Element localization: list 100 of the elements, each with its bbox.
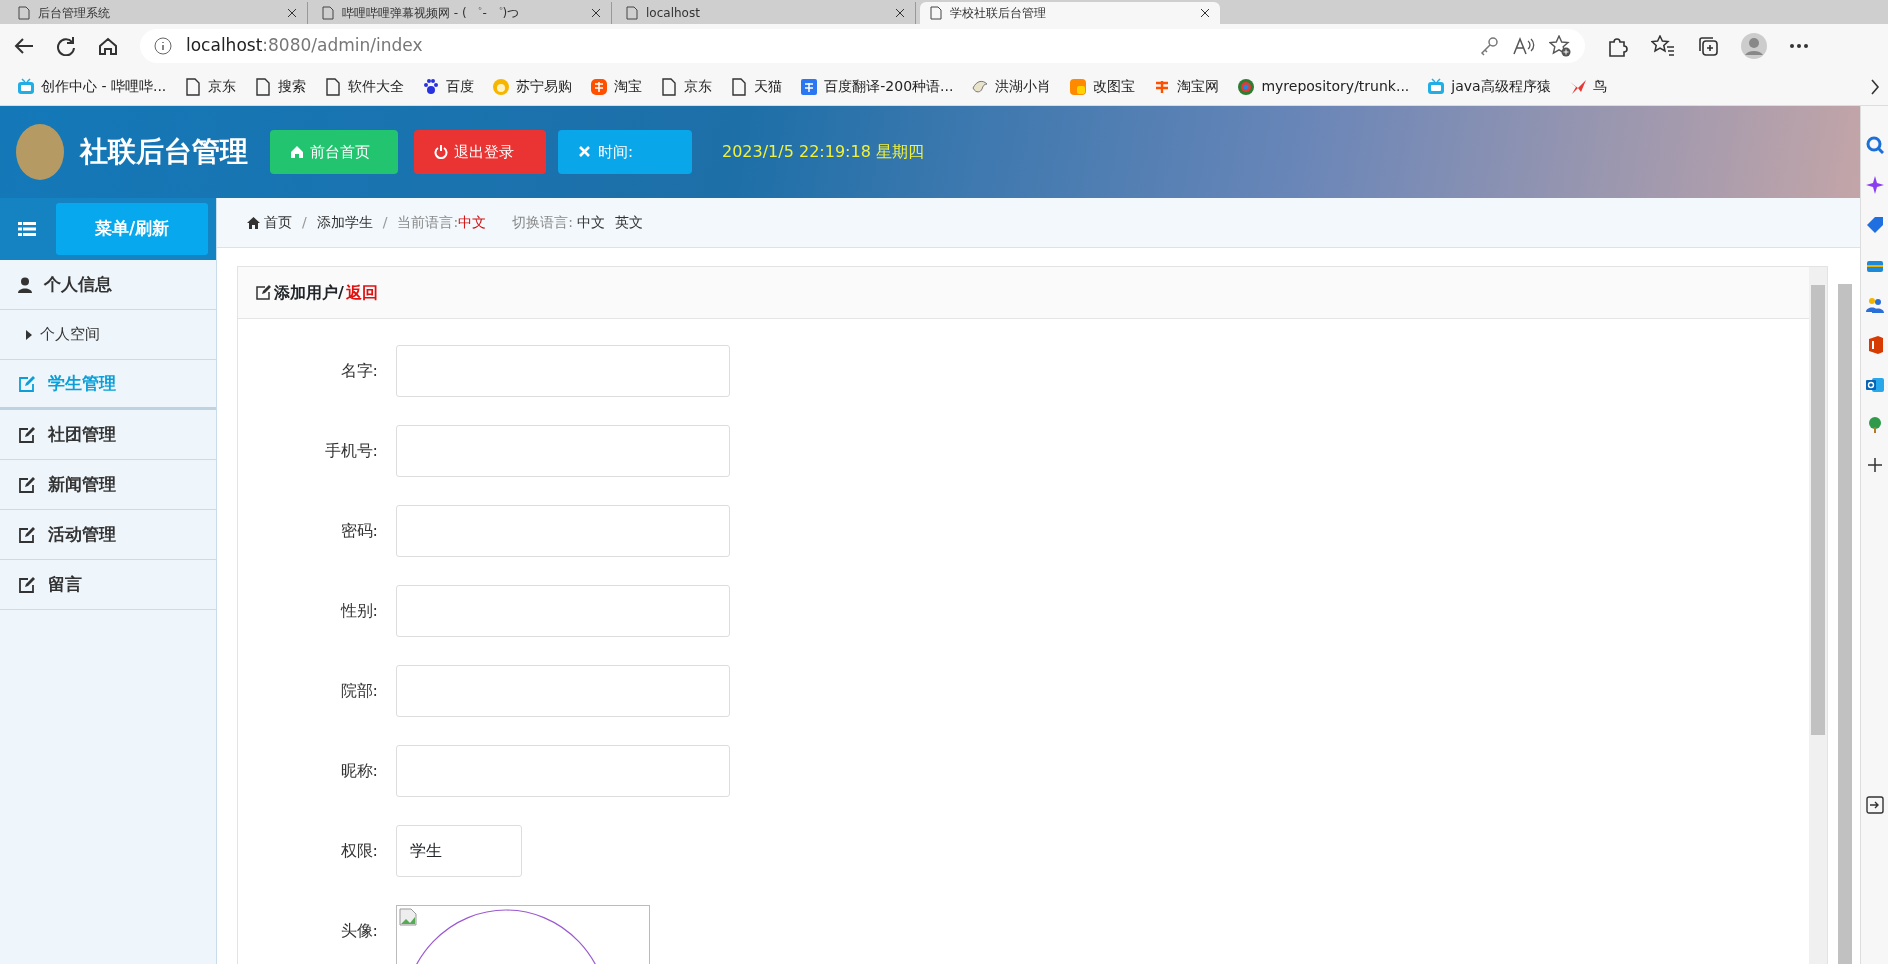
bookmark[interactable]: 百度 [413,76,484,97]
page-icon [254,77,273,96]
list-icon[interactable] [18,221,36,237]
scrollbar[interactable] [1809,267,1827,964]
avatar-icon[interactable] [1741,33,1767,59]
star-add-icon[interactable] [1549,35,1571,57]
bookmark[interactable]: 改图宝 [1060,76,1145,97]
bookmark[interactable]: 搜索 [245,76,316,97]
more-icon[interactable] [1789,43,1809,49]
field-label: 密码: [339,520,379,542]
bookmark[interactable]: 鸟 [1559,76,1616,97]
sidebar-item[interactable]: 活动管理 [0,510,216,560]
input-field[interactable] [396,665,730,717]
panel-title: 添加用户/ [274,281,344,304]
broken-image-icon [399,908,417,926]
input-field[interactable] [396,585,730,637]
bookmark[interactable]: 苏宁易购 [483,76,582,97]
bookmark[interactable]: 百度翻译-200种语... [791,76,963,97]
edit-icon [18,426,36,443]
chevron-right-icon[interactable] [1870,78,1880,95]
input-field[interactable] [396,425,730,477]
breadcrumb-separator: / [302,213,307,232]
page-icon [660,77,679,96]
paw-icon [422,77,441,96]
globe-icon [1237,77,1256,96]
input-field[interactable] [396,345,730,397]
page-icon [184,77,203,96]
field-label: 手机号: [323,440,379,462]
key-icon[interactable] [1479,36,1499,56]
tv-icon [1427,77,1446,96]
collections-icon[interactable] [1697,35,1719,57]
user-icon [18,276,32,293]
page-icon [626,6,638,20]
page-icon [18,6,30,20]
sidebar-item[interactable]: 社团管理 [0,410,216,460]
edit-icon [18,476,36,493]
caret-right-icon [26,329,32,340]
tv-icon [17,77,35,96]
page-icon [930,6,942,20]
clock-text: 2023/1/5 22:19:18 星期四 [722,141,924,163]
close-icon[interactable] [1200,8,1210,18]
bookmark[interactable]: 京东 [651,76,722,97]
reload-icon[interactable] [56,36,76,56]
edit-icon [256,285,272,300]
bookmark[interactable]: java高级程序猿 [1418,76,1560,97]
bookmark[interactable]: 天猫 [721,76,792,97]
address-url: localhost:8080/admin/index [186,34,424,58]
breadcrumb-link[interactable]: 添加学生 [316,212,373,233]
home-icon[interactable] [98,37,118,55]
power-icon [434,145,448,159]
people-icon[interactable] [1865,296,1884,314]
select-field[interactable]: 学生 [396,825,522,877]
puzzle-icon[interactable] [1607,35,1629,57]
bookmark[interactable]: 淘宝网 [1144,76,1229,97]
favorites-icon[interactable] [1651,35,1675,57]
page-icon [324,77,343,96]
language-link[interactable]: 中文 [576,212,605,233]
bookmark[interactable]: 软件大全 [315,76,414,97]
field-label: 昵称: [339,760,379,782]
field-label: 院部: [339,680,379,702]
mail-icon[interactable] [1865,376,1884,394]
info-icon [154,37,172,55]
breadcrumb-link[interactable]: 首页 [247,212,292,233]
home-icon [290,145,304,159]
sidebar-item[interactable]: 留言 [0,560,216,610]
close-icon[interactable] [591,8,601,18]
tag-icon[interactable] [1865,216,1884,234]
read-aloud-icon[interactable] [1513,36,1535,56]
app-title: 社联后台管理 [80,134,248,170]
bookmark[interactable]: 京东 [175,76,246,97]
back-link[interactable]: 返回 [345,280,378,305]
input-field[interactable] [396,745,730,797]
bookmark[interactable]: 淘宝 [581,76,652,97]
back-arrow-icon[interactable] [14,37,34,55]
plus-icon[interactable] [1865,456,1884,474]
field-label: 名字: [339,360,379,382]
input-field[interactable] [396,505,730,557]
search-icon[interactable] [1865,136,1884,154]
current-language: 当前语言:中文 [397,213,487,232]
address-bar[interactable]: localhost:8080/admin/index [140,29,1585,63]
field-label: 权限: [339,840,379,862]
edit-icon [18,526,36,543]
edit-icon [18,576,36,593]
home-icon [247,216,260,229]
sidebar-item[interactable]: 个人空间 [0,310,216,360]
sparkle-icon[interactable] [1865,176,1884,194]
page-icon [730,77,749,96]
close-icon[interactable] [895,8,905,18]
sidebar-item[interactable]: 个人信息 [0,260,216,310]
breadcrumb-separator: / [382,213,388,232]
close-icon[interactable] [287,8,297,18]
bookmark[interactable]: 创作中心 - 哔哩哔... [8,76,176,97]
bookmark[interactable]: myrepository/trunk... [1228,76,1419,97]
language-link[interactable]: 英文 [614,212,643,233]
translate-icon [800,77,819,96]
exit-sidebar-icon[interactable] [1865,796,1884,814]
browser-tab[interactable]: 学校社联后台管理 [920,2,1220,24]
header-button[interactable]: 退出登录 [414,130,546,174]
sidebar-item[interactable]: 新闻管理 [0,460,216,510]
bookmark[interactable]: 洪湖小肖 [962,76,1061,97]
